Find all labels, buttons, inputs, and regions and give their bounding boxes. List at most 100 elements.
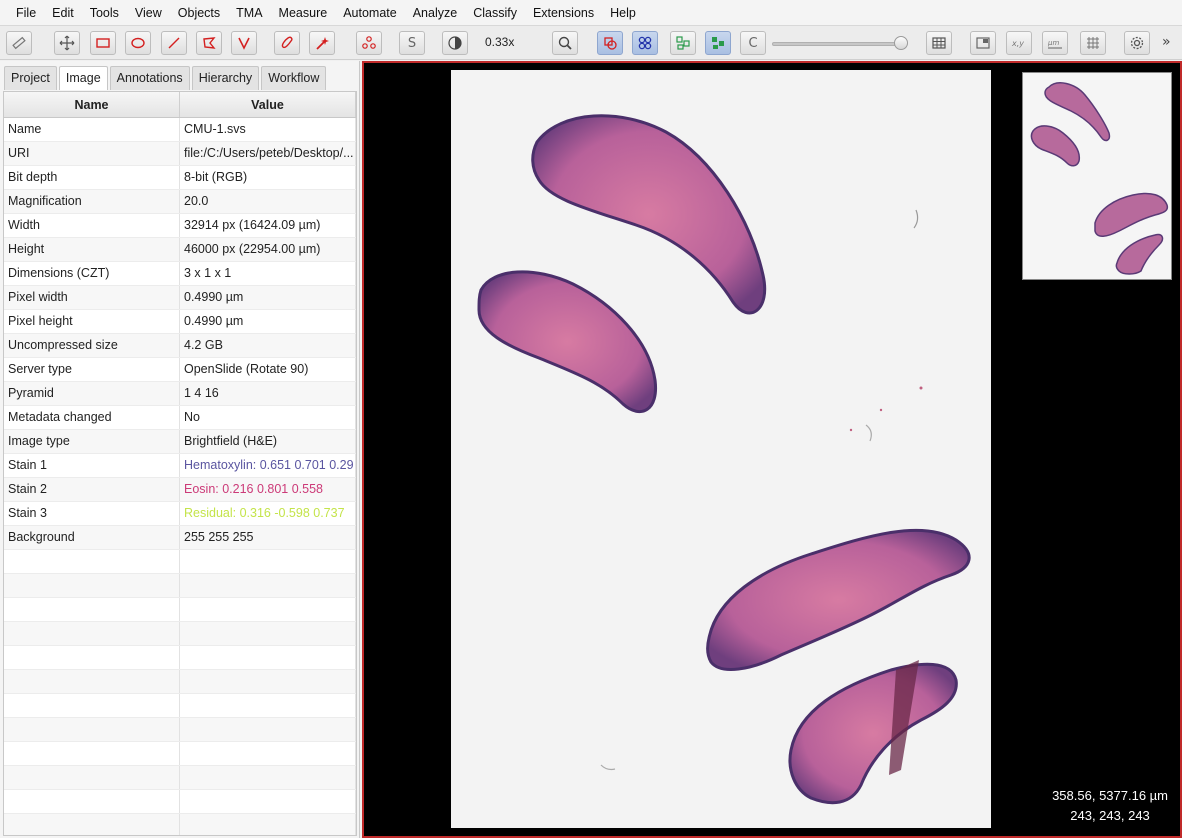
coordinates-button[interactable]: x,y: [1006, 31, 1032, 55]
empty-cell: [180, 790, 356, 813]
empty-cell: [4, 646, 180, 669]
ruler-icon: [12, 36, 26, 50]
property-value: 4.2 GB: [180, 334, 356, 357]
show-tma-grid-button[interactable]: [632, 31, 658, 55]
show-annotations-button[interactable]: [597, 31, 623, 55]
thumbnail-tissue: [1030, 82, 1169, 275]
property-name: Pixel width: [4, 286, 180, 309]
table-row[interactable]: Magnification 20.0: [4, 190, 356, 214]
empty-cell: [4, 766, 180, 789]
cursor-position: 358.56, 5377.16 µm: [1052, 788, 1168, 803]
settings-icon: [1130, 36, 1144, 50]
menu-file[interactable]: File: [8, 0, 44, 26]
rectangle-icon: [96, 38, 110, 48]
fill-detections-button[interactable]: [705, 31, 731, 55]
opacity-slider[interactable]: [772, 36, 908, 50]
overview-button[interactable]: [970, 31, 996, 55]
table-row[interactable]: Dimensions (CZT) 3 x 1 x 1: [4, 262, 356, 286]
ellipse-tool-button[interactable]: [125, 31, 151, 55]
table-row[interactable]: Image type Brightfield (H&E): [4, 430, 356, 454]
settings-button[interactable]: [1124, 31, 1150, 55]
property-value: Brightfield (H&E): [180, 430, 356, 453]
table-row[interactable]: Stain 2 Eosin: 0.216 0.801 0.558: [4, 478, 356, 502]
polyline-tool-button[interactable]: [231, 31, 257, 55]
menu-objects[interactable]: Objects: [170, 0, 228, 26]
table-row[interactable]: Name CMU-1.svs: [4, 118, 356, 142]
menu-classify[interactable]: Classify: [465, 0, 525, 26]
points-icon: [362, 36, 376, 49]
rectangle-tool-button[interactable]: [90, 31, 116, 55]
menu-automate[interactable]: Automate: [335, 0, 405, 26]
tab-hierarchy[interactable]: Hierarchy: [191, 66, 260, 90]
menu-extensions[interactable]: Extensions: [525, 0, 602, 26]
empty-table-row: [4, 550, 356, 574]
tab-annotations[interactable]: Annotations: [109, 66, 190, 90]
ruler-button[interactable]: [6, 31, 32, 55]
zoom-to-fit-button[interactable]: [552, 31, 578, 55]
menu-edit[interactable]: Edit: [44, 0, 82, 26]
wand-icon: [316, 37, 329, 50]
brightness-contrast-button[interactable]: [442, 31, 468, 55]
table-row[interactable]: Pixel width 0.4990 µm: [4, 286, 356, 310]
property-name: Server type: [4, 358, 180, 381]
selection-mode-button[interactable]: S: [399, 31, 425, 55]
slide-image[interactable]: [451, 70, 991, 828]
scalebar-icon: µm: [1047, 39, 1062, 49]
tab-project[interactable]: Project: [4, 66, 57, 90]
empty-cell: [180, 814, 356, 835]
menu-measure[interactable]: Measure: [271, 0, 336, 26]
property-name: Stain 2: [4, 478, 180, 501]
table-row[interactable]: Metadata changed No: [4, 406, 356, 430]
selection-mode-icon: S: [407, 35, 417, 51]
panel-tabs: Project Image Annotations Hierarchy Work…: [4, 66, 328, 90]
brush-tool-button[interactable]: [274, 31, 300, 55]
table-row[interactable]: Width 32914 px (16424.09 µm): [4, 214, 356, 238]
property-value: 0.4990 µm: [180, 286, 356, 309]
slider-thumb[interactable]: [894, 36, 908, 50]
empty-cell: [180, 574, 356, 597]
show-detections-button[interactable]: [670, 31, 696, 55]
polygon-tool-button[interactable]: [196, 31, 222, 55]
table-row[interactable]: Stain 1 Hematoxylin: 0.651 0.701 0.29: [4, 454, 356, 478]
table-row[interactable]: Background 255 255 255: [4, 526, 356, 550]
property-name: URI: [4, 142, 180, 165]
table-row[interactable]: Uncompressed size 4.2 GB: [4, 334, 356, 358]
menu-help[interactable]: Help: [602, 0, 644, 26]
empty-table-row: [4, 646, 356, 670]
table-row[interactable]: Pixel height 0.4990 µm: [4, 310, 356, 334]
column-header-value[interactable]: Value: [180, 92, 356, 117]
menu-view[interactable]: View: [127, 0, 170, 26]
show-cells-button[interactable]: C: [740, 31, 766, 55]
menu-tools[interactable]: Tools: [82, 0, 127, 26]
measurements-table-button[interactable]: [926, 31, 952, 55]
wand-tool-button[interactable]: [309, 31, 335, 55]
property-name: Pyramid: [4, 382, 180, 405]
image-viewer[interactable]: 358.56, 5377.16 µm 243, 243, 243: [362, 61, 1182, 838]
property-name: Stain 3: [4, 502, 180, 525]
table-row[interactable]: Pyramid 1 4 16: [4, 382, 356, 406]
property-value: 32914 px (16424.09 µm): [180, 214, 356, 237]
points-tool-button[interactable]: [356, 31, 382, 55]
empty-cell: [180, 694, 356, 717]
table-row[interactable]: Height 46000 px (22954.00 µm): [4, 238, 356, 262]
tab-workflow[interactable]: Workflow: [261, 66, 327, 90]
column-header-name[interactable]: Name: [4, 92, 180, 117]
tab-image[interactable]: Image: [58, 66, 108, 90]
table-row[interactable]: Bit depth 8-bit (RGB): [4, 166, 356, 190]
scalebar-button[interactable]: µm: [1042, 31, 1068, 55]
empty-cell: [4, 694, 180, 717]
menu-tma[interactable]: TMA: [228, 0, 270, 26]
menu-analyze[interactable]: Analyze: [405, 0, 465, 26]
table-row[interactable]: Stain 3 Residual: 0.316 -0.598 0.737: [4, 502, 356, 526]
move-tool-button[interactable]: [54, 31, 80, 55]
property-name: Uncompressed size: [4, 334, 180, 357]
property-name: Bit depth: [4, 166, 180, 189]
grid-button[interactable]: [1080, 31, 1106, 55]
overview-thumbnail[interactable]: [1022, 72, 1172, 280]
table-row[interactable]: Server type OpenSlide (Rotate 90): [4, 358, 356, 382]
empty-cell: [180, 646, 356, 669]
table-row[interactable]: URI file:/C:/Users/peteb/Desktop/...: [4, 142, 356, 166]
show-cells-icon: C: [748, 35, 758, 51]
toolbar-overflow-icon[interactable]: »: [1162, 34, 1171, 50]
line-tool-button[interactable]: [161, 31, 187, 55]
